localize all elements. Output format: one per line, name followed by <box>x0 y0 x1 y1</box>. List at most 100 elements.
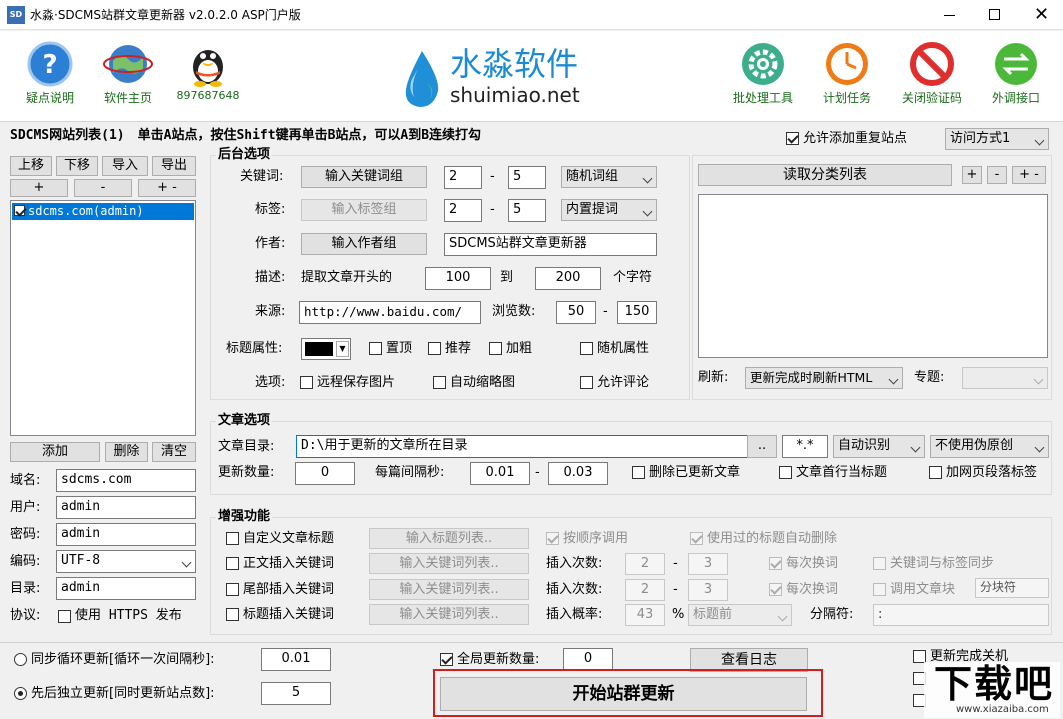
refresh-select[interactable]: 更新完成时刷新HTML <box>745 367 903 389</box>
encoding-detect-select[interactable]: 自动识别 <box>833 435 925 458</box>
body-keyword-list-button[interactable]: 输入关键词列表.. <box>369 553 529 574</box>
homepage-button[interactable]: 软件主页 <box>96 41 160 106</box>
keyword-mode-select[interactable]: 随机词组 <box>561 166 657 188</box>
close-icon[interactable]: ✕ <box>1020 0 1063 30</box>
views-min-input[interactable]: 50 <box>556 301 596 324</box>
attr-bold-checkbox[interactable] <box>489 342 502 355</box>
start-update-button[interactable]: 开始站群更新 <box>440 677 807 711</box>
title-keyword-list-button[interactable]: 输入关键词列表.. <box>369 604 529 625</box>
body-each-checkbox[interactable] <box>769 557 782 570</box>
site-item-checkbox[interactable] <box>14 205 25 216</box>
probability-input[interactable]: 43 <box>625 604 665 626</box>
clear-sites-button[interactable]: 清空 <box>152 442 196 462</box>
category-plus-button[interactable]: + <box>962 166 982 184</box>
topic-select[interactable] <box>962 367 1048 389</box>
domain-input[interactable]: sdcms.com <box>56 469 196 492</box>
disable-captcha-button[interactable]: 关闭验证码 <box>898 41 966 106</box>
tag-group-button[interactable]: 输入标签组 <box>301 199 427 221</box>
list-item[interactable]: sdcms.com(admin) <box>12 203 194 220</box>
author-input[interactable]: SDCMS站群文章更新器 <box>444 233 657 256</box>
call-block-checkbox[interactable] <box>873 583 886 596</box>
site-plusminus-button[interactable]: + - <box>138 179 196 197</box>
qq-button[interactable]: 897687648 <box>175 41 241 102</box>
batch-tools-button[interactable]: 批处理工具 <box>727 41 799 106</box>
site-plus-button[interactable]: + <box>10 179 68 197</box>
category-plusminus-button[interactable]: + - <box>1012 166 1046 184</box>
keyword-group-button[interactable]: 输入关键词组 <box>301 166 427 188</box>
title-color-picker[interactable]: ▼ <box>301 338 351 360</box>
delete-site-button[interactable]: 删除 <box>105 442 148 462</box>
encoding-select[interactable]: UTF-8 <box>56 550 196 573</box>
user-input[interactable]: admin <box>56 496 196 519</box>
attr-recommend-checkbox[interactable] <box>428 342 441 355</box>
browse-button[interactable]: .. <box>747 435 777 458</box>
author-group-button[interactable]: 输入作者组 <box>301 233 427 255</box>
access-mode-select[interactable]: 访问方式1 <box>945 128 1049 150</box>
category-minus-button[interactable]: - <box>987 166 1007 184</box>
body-max-input[interactable]: 3 <box>688 553 728 575</box>
sequential-update-radio[interactable] <box>14 687 27 700</box>
views-max-input[interactable]: 150 <box>617 301 657 324</box>
import-button[interactable]: 导入 <box>102 156 148 176</box>
body-min-input[interactable]: 2 <box>625 553 665 575</box>
move-up-button[interactable]: 上移 <box>10 156 52 176</box>
custom-title-list-button[interactable]: 输入标题列表.. <box>369 528 529 549</box>
ext-input[interactable]: *.* <box>782 435 828 458</box>
keyword-position-select[interactable]: 标题前 <box>688 604 792 626</box>
password-input[interactable]: admin <box>56 523 196 546</box>
minimize-icon[interactable] <box>930 0 970 30</box>
external-api-button[interactable]: 外调接口 <box>983 41 1049 106</box>
body-keyword-checkbox[interactable] <box>226 557 239 570</box>
interval-min-input[interactable]: 0.01 <box>470 462 530 485</box>
dir-input[interactable]: admin <box>56 577 196 600</box>
delete-updated-checkbox[interactable] <box>632 466 645 479</box>
desc-min-input[interactable]: 100 <box>425 267 491 290</box>
export-button[interactable]: 导出 <box>152 156 196 176</box>
tag-max-input[interactable]: 5 <box>508 199 546 222</box>
global-count-checkbox[interactable] <box>440 653 453 666</box>
pseudo-original-select[interactable]: 不使用伪原创 <box>930 435 1049 458</box>
schedule-button[interactable]: 计划任务 <box>814 41 880 106</box>
category-list[interactable] <box>698 194 1048 358</box>
keyword-min-input[interactable]: 2 <box>444 166 482 189</box>
title-keyword-checkbox[interactable] <box>226 608 239 621</box>
auto-thumb-checkbox[interactable] <box>433 376 446 389</box>
remote-img-checkbox[interactable] <box>300 376 313 389</box>
site-minus-button[interactable]: - <box>74 179 132 197</box>
attr-top-checkbox[interactable] <box>369 342 382 355</box>
help-button[interactable]: ? 疑点说明 <box>18 41 82 106</box>
sequential-call-checkbox[interactable] <box>546 532 559 545</box>
separator-input[interactable]: : <box>873 604 1049 626</box>
tag-min-input[interactable]: 2 <box>444 199 482 222</box>
sequential-update-input[interactable]: 5 <box>261 682 331 705</box>
allow-duplicate-checkbox[interactable] <box>786 132 799 145</box>
update-count-input[interactable]: 0 <box>295 462 355 485</box>
tail-max-input[interactable]: 3 <box>688 579 728 601</box>
keyword-tag-sync-checkbox[interactable] <box>873 557 886 570</box>
keyword-max-input[interactable]: 5 <box>508 166 546 189</box>
site-list[interactable]: sdcms.com(admin) <box>10 200 196 436</box>
move-down-button[interactable]: 下移 <box>56 156 98 176</box>
sync-loop-input[interactable]: 0.01 <box>261 648 331 671</box>
add-paragraph-tag-checkbox[interactable] <box>929 466 942 479</box>
first-line-title-checkbox[interactable] <box>779 466 792 479</box>
tag-mode-select[interactable]: 内置提词 <box>561 199 657 221</box>
tail-each-checkbox[interactable] <box>769 583 782 596</box>
allow-comment-checkbox[interactable] <box>580 376 593 389</box>
global-count-input[interactable]: 0 <box>563 648 613 671</box>
interval-max-input[interactable]: 0.03 <box>548 462 608 485</box>
read-category-button[interactable]: 读取分类列表 <box>698 164 952 186</box>
source-input[interactable]: http://www.baidu.com/ <box>299 301 481 324</box>
custom-title-checkbox[interactable] <box>226 532 239 545</box>
add-site-button[interactable]: 添加 <box>10 442 100 462</box>
desc-max-input[interactable]: 200 <box>535 267 601 290</box>
block-separator-input[interactable]: 分块符 <box>975 578 1049 598</box>
auto-delete-used-checkbox[interactable] <box>690 532 703 545</box>
sync-loop-radio[interactable] <box>14 653 27 666</box>
attr-random-checkbox[interactable] <box>580 342 593 355</box>
tail-keyword-list-button[interactable]: 输入关键词列表.. <box>369 579 529 600</box>
https-checkbox[interactable] <box>58 610 71 623</box>
maximize-icon[interactable] <box>975 0 1015 30</box>
tail-min-input[interactable]: 2 <box>625 579 665 601</box>
article-dir-input[interactable]: D:\用于更新的文章所在目录 <box>296 435 748 458</box>
